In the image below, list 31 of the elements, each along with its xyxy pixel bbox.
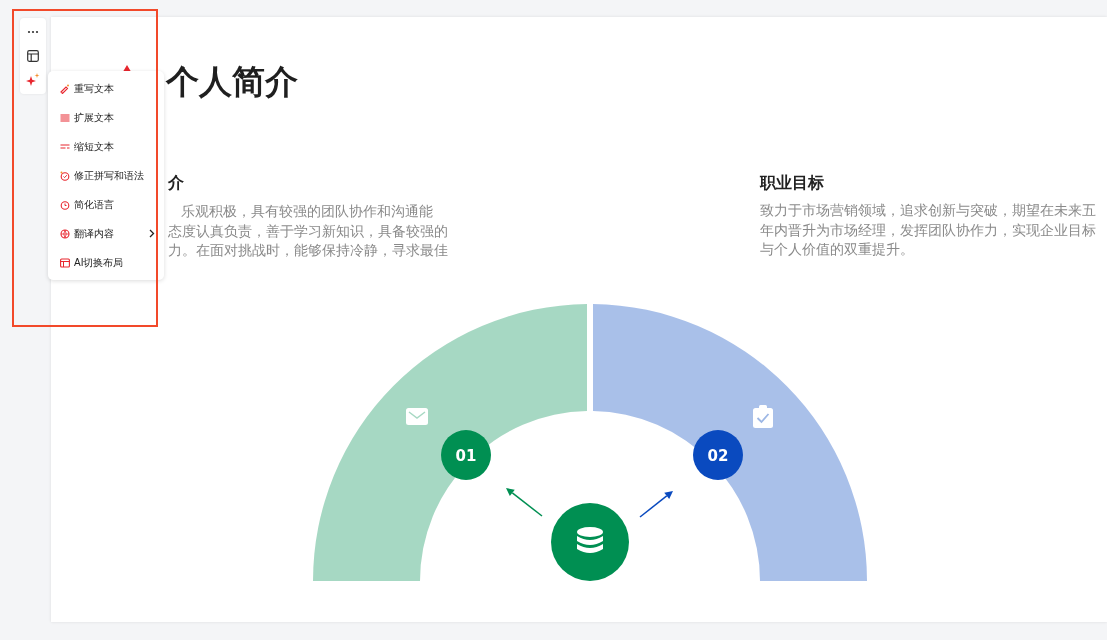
arrow xyxy=(639,490,673,518)
menu-item-icon xyxy=(60,228,70,239)
menu-item[interactable]: 缩短文本 xyxy=(48,132,164,161)
menu-item[interactable]: 重写文本 xyxy=(48,74,164,103)
menu-item[interactable]: 翻译内容 xyxy=(48,219,164,248)
more-icon xyxy=(27,30,39,34)
paragraph-line: 态度认真负责，善于学习新知识，具备较强的 xyxy=(168,222,448,241)
clipboard-icon xyxy=(753,404,773,428)
menu-item[interactable]: 简化语言 xyxy=(48,190,164,219)
menu-item[interactable]: AI切换布局 xyxy=(48,248,164,277)
slide-title: 个人简介 xyxy=(166,62,298,102)
section-paragraph: 致力于市场营销领域，追求创新与突破，期望在未来五年内晋升为市场经理，发挥团队协作力，实现企业目标与个人价值的双重提升。 xyxy=(760,202,1097,259)
node-number: 02 xyxy=(707,446,729,464)
layout-icon xyxy=(27,50,39,62)
paragraph-line: 力。在面对挑战时，能够保持冷静，寻求最佳 xyxy=(168,242,448,260)
section-heading: 介 xyxy=(168,173,185,193)
menu-item-icon xyxy=(60,199,70,210)
node-number: 01 xyxy=(455,446,477,464)
database-icon xyxy=(577,526,603,553)
menu-item[interactable]: 修正拼写和语法 xyxy=(48,161,164,190)
menu-item-icon xyxy=(60,170,70,181)
menu-item-icon xyxy=(60,83,70,94)
section-heading: 职业目标 xyxy=(760,173,825,193)
menu-item-icon xyxy=(60,141,70,152)
menu-item[interactable]: 扩展文本 xyxy=(48,103,164,132)
sparkle-icon xyxy=(26,73,40,87)
mail-icon xyxy=(406,407,428,425)
paragraph-line: 乐观积极，具有较强的团队协作和沟通能 xyxy=(181,203,433,221)
arrow xyxy=(506,487,543,517)
menu-item-icon xyxy=(60,112,70,123)
menu-item-icon xyxy=(60,257,70,268)
